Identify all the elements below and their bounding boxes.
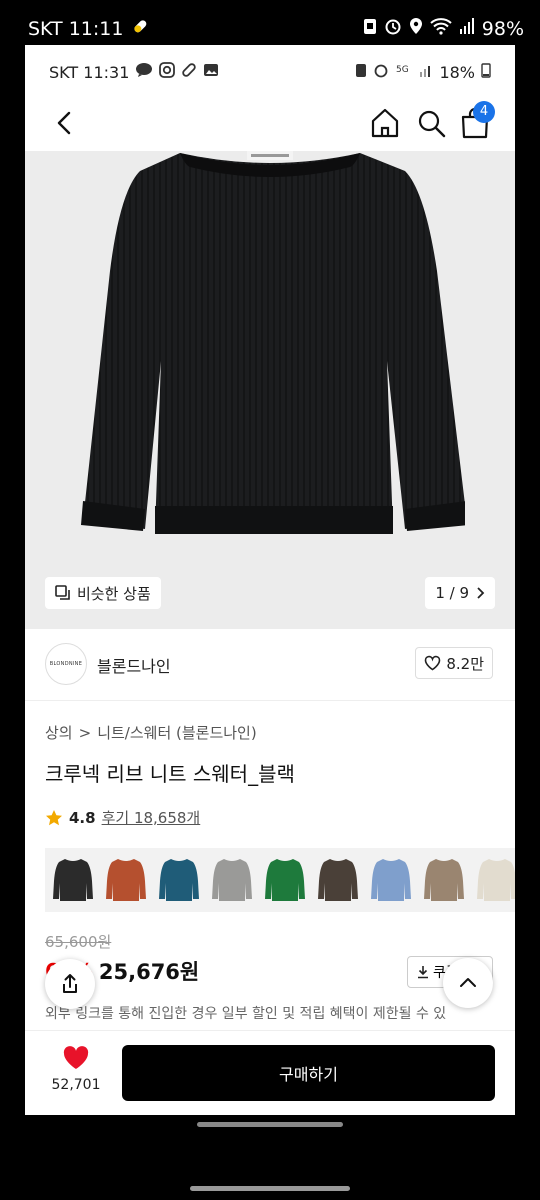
color-swatch[interactable]	[369, 854, 413, 906]
sweater-image	[81, 151, 465, 534]
wifi-icon	[430, 17, 452, 40]
chevron-left-icon	[57, 111, 71, 135]
sweater-thumbnail-icon	[159, 859, 199, 901]
image-pager-label: 1 / 9	[435, 584, 469, 602]
scroll-to-top-button[interactable]	[443, 958, 493, 1008]
inner-battery-percent: 18%	[439, 62, 475, 82]
breadcrumb-separator: >	[78, 723, 92, 742]
location-icon	[409, 17, 423, 40]
svg-text:5G: 5G	[396, 65, 409, 75]
battery-icon	[481, 62, 491, 82]
wishlist-count: 52,701	[51, 1077, 101, 1093]
pill-icon	[181, 62, 197, 82]
inner-carrier-time: SKT 11:31	[49, 62, 130, 82]
sale-price: 25,676원	[98, 960, 200, 984]
similar-products-button[interactable]: 비슷한 상품	[45, 577, 161, 609]
search-button[interactable]	[413, 105, 449, 141]
breadcrumb-subcategory[interactable]: 니트/스웨터 (블론드나인)	[97, 722, 257, 743]
home-icon	[371, 108, 399, 138]
color-swatch[interactable]	[316, 854, 360, 906]
pill-icon	[131, 17, 149, 40]
clipboard-icon	[363, 17, 377, 40]
gesture-navigation-bar[interactable]	[190, 1186, 350, 1191]
sweater-thumbnail-icon	[265, 859, 305, 901]
color-swatch[interactable]	[475, 854, 515, 906]
clipboard-icon	[355, 62, 367, 82]
heart-filled-icon	[63, 1046, 89, 1069]
inner-gesture-bar	[197, 1122, 343, 1127]
color-swatch[interactable]	[210, 854, 254, 906]
external-link-notice: 외부 링크를 통해 진입한 경우 일부 할인 및 적립 혜택이 제한될 수 있	[45, 1006, 447, 1022]
breadcrumb-category[interactable]: 상의	[45, 722, 73, 743]
rating-row: 4.8 후기 18,658개	[45, 807, 200, 828]
app-header	[25, 95, 515, 151]
rating-score: 4.8	[69, 808, 96, 827]
home-button[interactable]	[367, 105, 403, 141]
wishlist-button[interactable]: 52,701	[45, 1045, 107, 1093]
image-pager[interactable]: 1 / 9	[425, 577, 495, 609]
brand-like-count: 8.2만	[446, 654, 484, 673]
download-icon	[418, 966, 428, 979]
brand-like-button[interactable]: 8.2만	[415, 647, 493, 679]
brand-logo[interactable]: BLONDNINE	[45, 643, 87, 685]
color-swatch[interactable]	[263, 854, 307, 906]
signal-icon	[419, 62, 433, 82]
inner-status-bar: SKT 11:31 5G 18%	[25, 45, 515, 95]
sweater-thumbnail-icon	[53, 859, 93, 901]
image-icon	[203, 62, 219, 82]
cart-count-badge: 4	[473, 101, 495, 123]
color-swatch[interactable]	[104, 854, 148, 906]
instagram-icon	[159, 62, 176, 82]
product-image-carousel[interactable]: 비슷한 상품 1 / 9	[25, 151, 515, 629]
sweater-thumbnail-icon	[106, 859, 146, 901]
brand-name[interactable]: 블론드나인	[97, 653, 171, 677]
5g-icon: 5G	[395, 62, 413, 82]
color-swatch[interactable]	[51, 854, 95, 906]
color-swatch-list	[45, 848, 515, 912]
sweater-thumbnail-icon	[318, 859, 358, 901]
product-title: 크루넥 리브 니트 스웨터_블랙	[45, 762, 295, 786]
chevron-right-icon	[477, 587, 485, 599]
buy-button[interactable]: 구매하기	[122, 1045, 495, 1101]
chat-icon	[135, 62, 153, 82]
sweater-thumbnail-icon	[371, 859, 411, 901]
share-icon	[63, 974, 77, 993]
sweater-thumbnail-icon	[212, 859, 252, 901]
sweater-thumbnail-icon	[477, 859, 515, 901]
review-count-link[interactable]: 후기 18,658개	[102, 807, 201, 828]
signal-icon	[459, 17, 475, 40]
sweater-thumbnail-icon	[424, 859, 464, 901]
copy-icon	[55, 585, 70, 600]
heart-outline-icon	[425, 655, 441, 671]
star-icon	[46, 809, 62, 825]
share-button[interactable]	[45, 959, 95, 1009]
app-screen: SKT 11:31 5G 18% 4 비슷한 상품 1 / 9 BLONDNIN…	[25, 45, 515, 1115]
search-icon	[418, 110, 446, 138]
alarm-icon	[373, 62, 389, 82]
back-button[interactable]	[47, 105, 83, 141]
color-swatch[interactable]	[422, 854, 466, 906]
status-carrier-time: SKT 11:11	[28, 17, 124, 40]
alarm-icon	[384, 17, 402, 40]
chevron-up-icon	[460, 978, 476, 987]
purchase-bar: 52,701 구매하기	[25, 1030, 515, 1115]
color-swatch[interactable]	[157, 854, 201, 906]
similar-products-label: 비슷한 상품	[77, 584, 151, 603]
brand-row[interactable]: BLONDNINE 블론드나인 8.2만	[25, 629, 515, 701]
breadcrumb: 상의 > 니트/스웨터 (블론드나인)	[45, 722, 257, 743]
battery-percent: 98%	[481, 17, 524, 40]
original-price: 65,600원	[45, 933, 112, 951]
